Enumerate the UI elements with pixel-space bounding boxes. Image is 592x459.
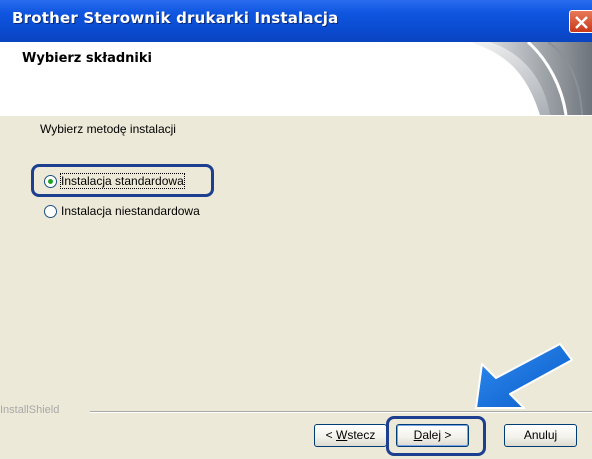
window-title: Brother Sterownik drukarki Instalacja [12,9,339,27]
radio-standard-label[interactable]: Instalacja standardowa [60,173,185,189]
back-button-prefix: < [325,428,336,442]
title-bar[interactable]: Brother Sterownik drukarki Instalacja [0,0,592,42]
installer-window: Brother Sterownik drukarki Instalacja Wy… [0,0,592,459]
back-button[interactable]: < Wstecz [314,424,387,447]
radio-unchecked-icon[interactable] [44,204,57,218]
banner-divider [0,115,592,116]
radio-standard-install[interactable]: Instalacja standardowa [44,172,185,190]
back-button-rest: stecz [347,428,376,442]
banner-graphic-icon [470,42,592,115]
install-method-prompt: Wybierz metodę instalacji [40,122,176,136]
close-icon [575,16,588,29]
banner-title: Wybierz składniki [22,51,152,66]
close-button[interactable] [569,10,592,33]
header-banner: Wybierz składniki [0,42,592,116]
pointer-arrow-icon [475,343,573,409]
next-button-suffix: > [441,428,452,442]
next-button-mnemonic: D [413,428,423,442]
radio-custom-install[interactable]: Instalacja niestandardowa [44,202,200,220]
radio-checked-icon[interactable] [44,174,57,188]
cancel-button[interactable]: Anuluj [504,424,577,447]
back-button-mnemonic: W [336,428,348,442]
next-button-rest: alej [422,428,441,442]
installshield-brand: InstallShield [0,404,65,416]
cancel-button-label: Anuluj [523,428,558,442]
radio-custom-label[interactable]: Instalacja niestandardowa [61,204,200,218]
next-button[interactable]: Dalej > [396,424,469,447]
